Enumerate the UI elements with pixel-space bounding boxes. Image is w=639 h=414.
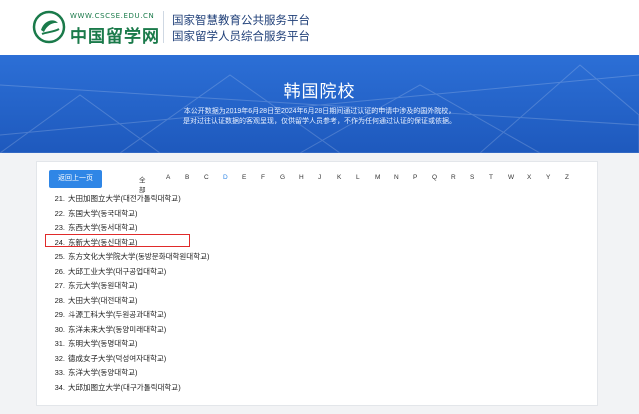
school-name: 大田加图立大学(대전가톨릭대학교) <box>68 194 181 203</box>
filter-letter-l[interactable]: L <box>356 174 360 181</box>
banner-pattern <box>0 64 639 153</box>
filter-letter-s[interactable]: S <box>470 174 474 181</box>
filter-letter-q[interactable]: Q <box>432 174 437 181</box>
school-name: 大邱工业大学(대구공업대학교) <box>68 266 167 276</box>
back-button[interactable]: 返回上一页 <box>49 170 102 188</box>
school-name: 大邱加图立大学(대구가톨릭대학교) <box>68 382 181 392</box>
filter-letter-w[interactable]: W <box>508 174 514 181</box>
list-item[interactable]: 34. 大邱加图立大学(대구가톨릭대학교) <box>49 381 181 395</box>
site-logo[interactable]: WWW.CSCSE.EDU.CN 中国留学网 <box>32 8 172 48</box>
logo-emblem-icon <box>32 10 66 44</box>
banner-notice-line-1: 本公开数据为2019年6月28日至2024年6月28日期间通过认证的申请中涉及的… <box>183 108 456 115</box>
logo-text: 中国留学网 <box>70 27 160 47</box>
site-header: WWW.CSCSE.EDU.CN 中国留学网 国家智慧教育公共服务平台 国家留学… <box>0 0 639 55</box>
list-item[interactable]: 22. 东国大学(동국대학교) <box>49 207 138 221</box>
filter-letter-f[interactable]: F <box>261 174 265 181</box>
filter-letter-m[interactable]: M <box>375 174 380 181</box>
school-name: 东洋未来大学(동양미래대학교) <box>68 324 167 334</box>
platform-name-1: 国家智慧教育公共服务平台 <box>172 15 310 27</box>
filter-letter-c[interactable]: C <box>204 174 209 181</box>
page-banner: 韩国院校 本公开数据为2019年6月28日至2024年6月28日期间通过认证的申… <box>0 55 639 153</box>
list-item[interactable]: 27. 东元大学(동원대학교) <box>49 279 138 293</box>
school-name: 东西大学(동서대학교) <box>68 223 138 232</box>
list-item[interactable]: 28. 大田大学(대전대학교) <box>49 294 138 308</box>
list-item[interactable]: 24. 东新大学(동신대학교) <box>49 236 138 250</box>
list-item[interactable]: 31. 东明大学(동명대학교) <box>49 337 138 351</box>
school-name: 东洋大学(동양대학교) <box>68 368 138 377</box>
header-divider <box>163 11 164 43</box>
school-name: 东明大学(동명대학교) <box>68 339 138 348</box>
filter-letter-d[interactable]: D <box>223 174 228 181</box>
school-name: 东方文化大学院大学(동방문화대학원대학교) <box>68 252 210 261</box>
list-item[interactable]: 21. 大田加图立大学(대전가톨릭대학교) <box>49 192 181 206</box>
filter-letter-t[interactable]: T <box>489 174 493 181</box>
logo-url-text: WWW.CSCSE.EDU.CN <box>70 12 155 20</box>
list-item[interactable]: 25. 东方文化大学院大学(동방문화대학원대학교) <box>49 250 210 264</box>
filter-letter-x[interactable]: X <box>527 174 531 181</box>
list-item[interactable]: 33. 东洋大学(동양대학교) <box>49 366 138 380</box>
filter-letter-z[interactable]: Z <box>565 174 569 181</box>
list-item[interactable]: 29. 斗源工科大学(두원공과대학교) <box>49 308 167 322</box>
school-list-card: 返回上一页 全部 A B C D E F G H J K L M N P Q R… <box>36 161 598 406</box>
filter-letter-j[interactable]: J <box>318 174 321 181</box>
page-title: 韩国院校 <box>283 82 356 101</box>
list-item[interactable]: 23. 东西大学(동서대학교) <box>49 221 138 235</box>
school-name: 东新大学(동신대학교) <box>68 237 138 247</box>
filter-letter-a[interactable]: A <box>166 174 170 181</box>
school-name: 德成女子大学(덕성여자대학교) <box>68 353 167 363</box>
list-item[interactable]: 30. 东洋未来大学(동양미래대학교) <box>49 323 167 337</box>
school-name: 大田大学(대전대학교) <box>68 295 138 305</box>
filter-letter-n[interactable]: N <box>394 174 399 181</box>
platform-name-2: 国家留学人员综合服务平台 <box>172 31 310 43</box>
filter-letter-h[interactable]: H <box>299 174 304 181</box>
school-name: 东元大学(동원대학교) <box>68 281 138 290</box>
list-item[interactable]: 26. 大邱工业大学(대구공업대학교) <box>49 265 167 279</box>
filter-letter-e[interactable]: E <box>242 174 246 181</box>
filter-letter-y[interactable]: Y <box>546 174 550 181</box>
school-name: 东国大学(동국대학교) <box>68 208 138 218</box>
filter-letter-b[interactable]: B <box>185 174 189 181</box>
filter-letter-r[interactable]: R <box>451 174 456 181</box>
school-name: 斗源工科大学(두원공과대학교) <box>68 310 167 319</box>
list-item[interactable]: 32. 德成女子大学(덕성여자대학교) <box>49 352 167 366</box>
filter-letter-k[interactable]: K <box>337 174 341 181</box>
filter-all[interactable]: 全部 <box>139 174 146 194</box>
banner-notice-line-2: 是对过往认证数据的客观呈现，仅供留学人员参考，不作为任何通过认证的保证或依据。 <box>183 118 456 125</box>
filter-letter-p[interactable]: P <box>413 174 417 181</box>
filter-letter-g[interactable]: G <box>280 174 285 181</box>
